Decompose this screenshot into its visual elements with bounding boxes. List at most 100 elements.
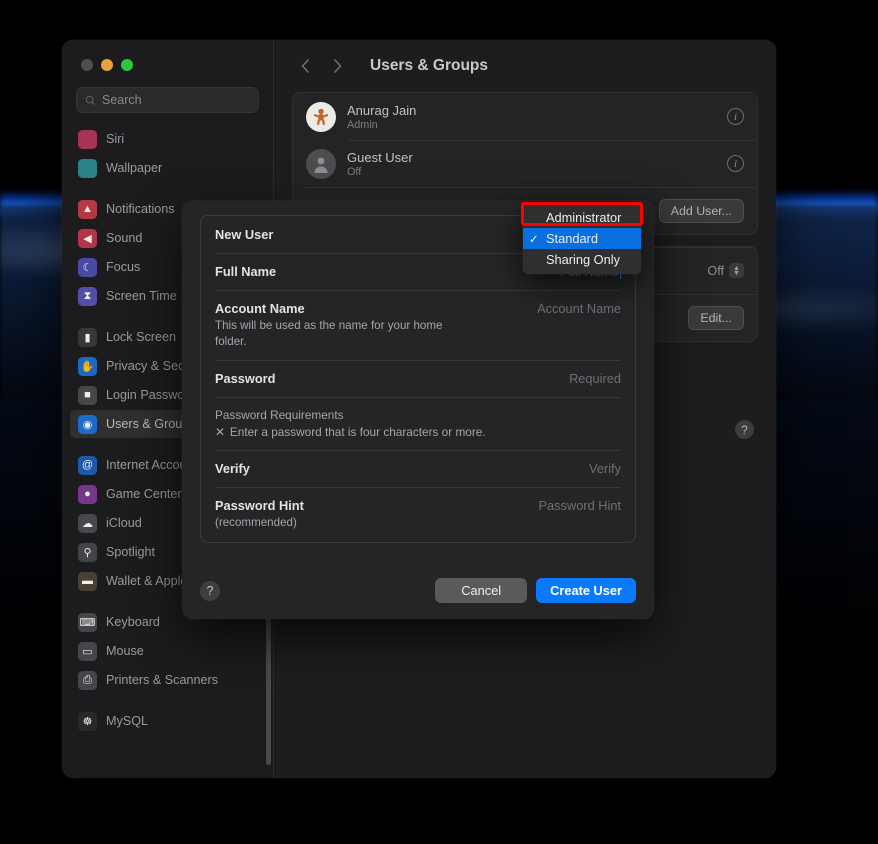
menu-item-administrator[interactable]: Administrator xyxy=(523,207,641,228)
focus-icon: ☾ xyxy=(78,257,97,277)
icloud-icon: ☁ xyxy=(78,513,97,533)
privacy-security-icon: ✋ xyxy=(78,356,97,376)
sidebar-item-mouse[interactable]: ▭ Mouse xyxy=(70,637,265,665)
chevron-right-icon xyxy=(333,59,341,73)
user-status: Admin xyxy=(347,118,378,131)
sidebar-item-label: iCloud xyxy=(106,516,142,530)
sidebar-item-label: Focus xyxy=(106,260,141,274)
person-placeholder-avatar xyxy=(306,148,336,179)
chevron-left-icon xyxy=(301,59,309,73)
minimize-button[interactable] xyxy=(101,59,113,71)
create-user-button[interactable]: Create User xyxy=(536,578,636,603)
mouse-icon: ▭ xyxy=(78,641,97,661)
password-hint-input[interactable]: Password Hint xyxy=(539,498,622,513)
sidebar-item-wallpaper[interactable]: Wallpaper xyxy=(70,154,265,182)
automatic-login-value: Off xyxy=(707,263,724,278)
sidebar-item-mysql[interactable]: ☸ MySQL xyxy=(70,707,265,735)
field-label: Password Hint xyxy=(215,498,304,514)
printers-scanners-icon: ⎙ xyxy=(78,670,97,690)
edit-button[interactable]: Edit... xyxy=(688,305,744,330)
sidebar-item-label: Spotlight xyxy=(106,545,156,559)
close-button[interactable] xyxy=(81,59,93,71)
verify-input[interactable]: Verify xyxy=(589,461,621,476)
search-icon xyxy=(85,95,96,105)
sidebar-group-5: ☸ MySQL xyxy=(70,707,265,735)
spotlight-icon: ⚲ xyxy=(78,542,97,562)
mysql-icon: ☸ xyxy=(78,711,97,731)
field-label: Full Name xyxy=(215,264,277,279)
field-description: This will be used as the name for your h… xyxy=(215,319,443,348)
wallpaper-icon xyxy=(78,158,97,178)
siri-icon xyxy=(78,129,97,149)
requirement-fail-icon: ✕ xyxy=(215,425,225,440)
field-label: Verify xyxy=(215,461,250,477)
field-account-name[interactable]: Account Name This will be used as the na… xyxy=(201,290,635,360)
help-button[interactable]: ? xyxy=(735,420,754,439)
sound-icon: ◀ xyxy=(78,228,97,248)
content-toolbar: Users & Groups xyxy=(274,40,776,92)
menu-item-label: Standard xyxy=(546,231,598,246)
user-name: Guest User xyxy=(347,149,413,165)
sidebar-item-label: Screen Time xyxy=(106,289,177,303)
sheet-footer: ? Cancel Create User xyxy=(182,578,654,619)
add-user-button[interactable]: Add User... xyxy=(658,198,744,223)
sidebar-item-label: Sound xyxy=(106,231,143,245)
notifications-icon: ▲ xyxy=(78,199,97,219)
account-name-input[interactable]: Account Name xyxy=(537,301,621,316)
users-groups-icon: ◉ xyxy=(78,414,97,434)
screen-time-icon: ⧗ xyxy=(78,286,97,306)
account-type-popup-menu: Administrator ✓ Standard Sharing Only xyxy=(523,203,641,274)
sidebar-item-printers-scanners[interactable]: ⎙ Printers & Scanners xyxy=(70,666,265,694)
password-requirements: Password Requirements ✕ Enter a password… xyxy=(201,397,635,450)
table-row[interactable]: Guest User Off i xyxy=(293,140,757,187)
sidebar-item-label: MySQL xyxy=(106,714,148,728)
search-placeholder: Search xyxy=(102,93,142,107)
sidebar-item-label: Keyboard xyxy=(106,615,160,629)
field-password[interactable]: Password Required xyxy=(201,360,635,397)
user-status: Off xyxy=(347,165,362,178)
sidebar-item-label: Notifications xyxy=(106,202,175,216)
info-icon[interactable]: i xyxy=(727,155,744,172)
field-label: New User xyxy=(215,227,274,242)
sidebar-item-label: Siri xyxy=(106,132,125,146)
automatic-login-stepper[interactable]: Off ▲ ▼ xyxy=(707,263,744,278)
sidebar-group-0: Siri Wallpaper xyxy=(70,125,265,182)
menu-item-label: Administrator xyxy=(546,210,622,225)
cancel-button[interactable]: Cancel xyxy=(435,578,528,603)
sidebar-item-label: Lock Screen xyxy=(106,330,177,344)
zoom-button[interactable] xyxy=(121,59,133,71)
internet-accounts-icon: @ xyxy=(78,455,97,475)
lock-screen-icon: ▮ xyxy=(78,327,97,347)
requirements-title: Password Requirements xyxy=(215,408,344,423)
window-traffic-lights xyxy=(62,40,273,71)
forward-button[interactable] xyxy=(324,53,350,79)
sidebar-group-4: ⌨ Keyboard ▭ Mouse ⎙ Printers & Scanners xyxy=(70,608,265,694)
requirement-item: ✕ Enter a password that is four characte… xyxy=(215,425,486,439)
help-button[interactable]: ? xyxy=(200,580,220,601)
sidebar-item-label: Game Center xyxy=(106,487,182,501)
field-label: Account Name xyxy=(215,301,305,316)
search-field[interactable]: Search xyxy=(76,87,259,113)
info-icon[interactable]: i xyxy=(727,108,744,125)
gingerbread-avatar xyxy=(306,101,336,132)
page-title: Users & Groups xyxy=(370,57,489,74)
keyboard-icon: ⌨ xyxy=(78,612,97,632)
chevron-up-down-icon: ▲ ▼ xyxy=(729,263,744,278)
field-description: (recommended) xyxy=(215,516,297,530)
field-password-hint[interactable]: Password Hint (recommended) Password Hin… xyxy=(201,487,635,542)
menu-item-standard[interactable]: ✓ Standard xyxy=(523,228,641,249)
menu-item-label: Sharing Only xyxy=(546,252,620,267)
table-row[interactable]: Anurag Jain Admin i xyxy=(293,93,757,140)
back-button[interactable] xyxy=(292,53,318,79)
sidebar-item-siri[interactable]: Siri xyxy=(70,125,265,153)
wallet-apple-pay-icon: ▬ xyxy=(78,571,97,591)
checkmark-icon: ✓ xyxy=(529,233,539,246)
requirement-text: Enter a password that is four characters… xyxy=(229,425,486,440)
password-input[interactable]: Required xyxy=(569,371,621,386)
field-verify[interactable]: Verify Verify xyxy=(201,450,635,487)
user-name: Anurag Jain xyxy=(347,102,417,118)
sidebar-item-label: Printers & Scanners xyxy=(106,673,218,687)
game-center-icon: ● xyxy=(78,484,97,504)
login-password-icon: ■ xyxy=(78,385,97,405)
menu-item-sharing-only[interactable]: Sharing Only xyxy=(523,249,641,270)
